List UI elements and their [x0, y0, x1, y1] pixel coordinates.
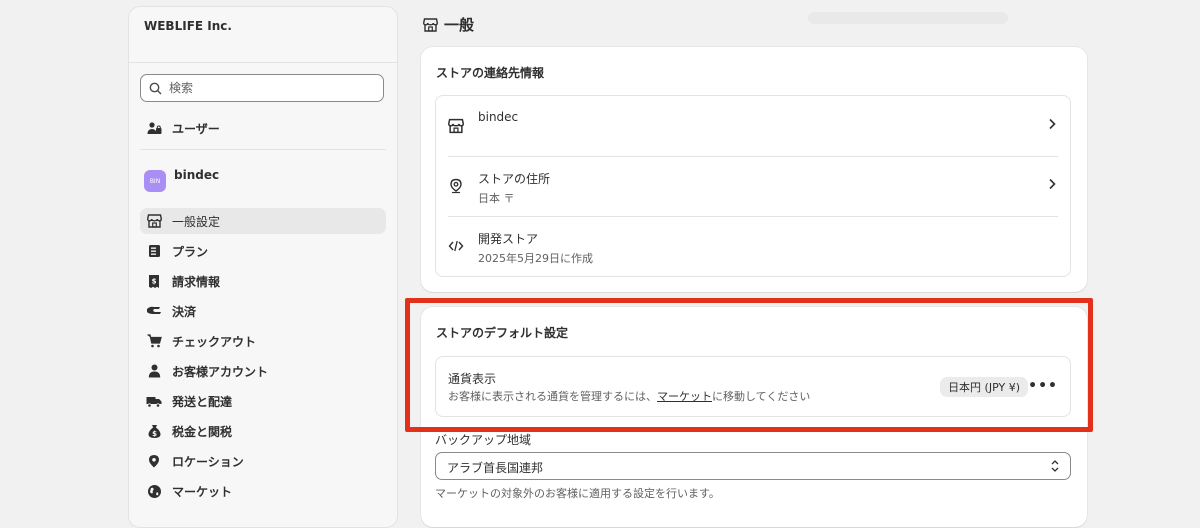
- select-arrows-icon: [1051, 460, 1059, 472]
- truck-icon: [146, 393, 162, 409]
- sidebar-item-label: マーケット: [172, 484, 233, 499]
- payment-icon: [146, 303, 162, 319]
- sidebar-item-label: 税金と関税: [172, 424, 233, 439]
- sidebar-item-taxes[interactable]: $ 税金と関税: [140, 418, 386, 444]
- sidebar-item-locations[interactable]: ロケーション: [140, 448, 386, 474]
- search-input[interactable]: [169, 79, 369, 97]
- sidebar-item-general[interactable]: 一般設定: [140, 208, 386, 234]
- sidebar-item-shipping[interactable]: 発送と配達: [140, 388, 386, 414]
- settings-sidebar: WEBLIFE Inc. ユーザー BIN bindec 一般設定 プラン $ …: [128, 6, 398, 528]
- money-bag-icon: $: [146, 423, 162, 439]
- code-icon: [448, 240, 464, 252]
- sidebar-item-label: お客様アカウント: [172, 364, 269, 379]
- backup-region-select[interactable]: アラブ首長国連邦: [435, 452, 1071, 480]
- svg-text:$: $: [152, 430, 157, 438]
- row-title: 開発ストア: [478, 232, 539, 246]
- store-name-row[interactable]: bindec: [436, 96, 1070, 156]
- backup-region-label: バックアップ地域: [435, 433, 532, 447]
- row-title: bindec: [478, 110, 519, 124]
- divider: [140, 149, 386, 150]
- store-name: bindec: [174, 168, 220, 182]
- org-name: WEBLIFE Inc.: [144, 19, 232, 33]
- store-icon: [146, 213, 162, 229]
- sidebar-item-label: 請求情報: [172, 274, 221, 289]
- sidebar-item-checkout[interactable]: チェックアウト: [140, 328, 386, 354]
- sidebar-item-markets[interactable]: マーケット: [140, 478, 386, 504]
- users-icon: [146, 120, 162, 136]
- sidebar-item-customer-accounts[interactable]: お客様アカウント: [140, 358, 386, 384]
- blurred-header-area: [808, 12, 1008, 24]
- highlight-box: [405, 298, 1093, 432]
- search-field[interactable]: [140, 74, 384, 102]
- dev-store-row: 開発ストア 2025年5月29日に作成: [436, 216, 1070, 276]
- sidebar-item-users[interactable]: ユーザー: [140, 115, 386, 141]
- select-value: アラブ首長国連邦: [447, 461, 544, 475]
- store-icon: [448, 118, 464, 134]
- sidebar-item-label: プラン: [172, 244, 209, 259]
- divider: [129, 62, 397, 63]
- sidebar-item-billing[interactable]: $ 請求情報: [140, 268, 386, 294]
- row-subtitle: 日本 〒: [478, 192, 515, 205]
- person-icon: [146, 363, 162, 379]
- store-switcher[interactable]: BIN bindec: [144, 168, 219, 192]
- backup-region-help: マーケットの対象外のお客様に適用する設定を行います。: [435, 487, 720, 500]
- chevron-right-icon: [1049, 118, 1056, 130]
- sidebar-item-label: チェックアウト: [172, 334, 257, 349]
- plan-icon: [146, 243, 162, 259]
- sidebar-item-label: ユーザー: [172, 121, 220, 136]
- sidebar-item-plan[interactable]: プラン: [140, 238, 386, 264]
- location-icon: [146, 453, 162, 469]
- row-title: ストアの住所: [478, 172, 551, 186]
- sidebar-item-label: 発送と配達: [172, 394, 233, 409]
- store-icon: [423, 17, 438, 32]
- location-pin-icon: [450, 178, 462, 194]
- sidebar-item-payments[interactable]: 決済: [140, 298, 386, 324]
- svg-text:$: $: [152, 277, 157, 285]
- sidebar-item-label: 一般設定: [172, 214, 221, 229]
- chevron-right-icon: [1049, 178, 1056, 190]
- cart-icon: [146, 333, 162, 349]
- page-title-text: 一般: [444, 16, 475, 34]
- store-contact-card: ストアの連絡先情報 bindec ストアの住所 日本 〒 開発ストア 2025年…: [421, 47, 1087, 292]
- sidebar-item-label: 決済: [172, 304, 197, 319]
- sidebar-item-label: ロケーション: [172, 454, 244, 469]
- row-subtitle: 2025年5月29日に作成: [478, 252, 593, 265]
- globe-icon: [146, 483, 162, 499]
- store-avatar: BIN: [144, 170, 166, 192]
- search-icon: [149, 82, 162, 95]
- contact-list: bindec ストアの住所 日本 〒 開発ストア 2025年5月29日に作成: [435, 95, 1071, 277]
- page-title: 一般: [423, 14, 474, 35]
- card-title: ストアの連絡先情報: [436, 66, 545, 80]
- billing-icon: $: [146, 273, 162, 289]
- store-address-row[interactable]: ストアの住所 日本 〒: [436, 156, 1070, 216]
